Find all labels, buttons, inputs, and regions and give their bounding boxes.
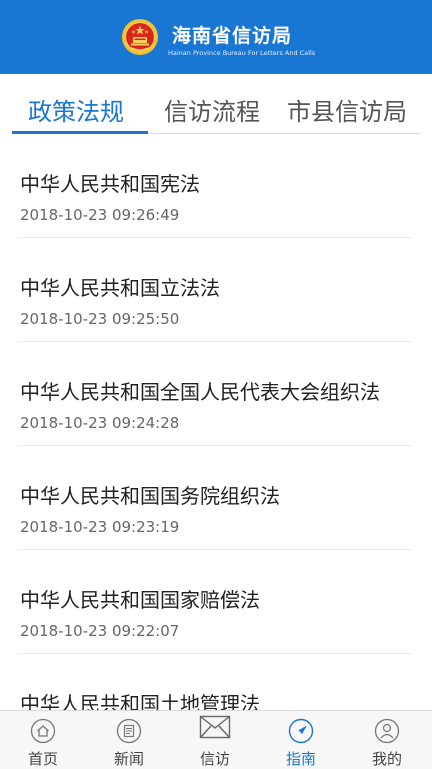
list-item-title: 中华人民共和国立法法 (20, 276, 220, 300)
tab-policy-regulations[interactable]: 政策法规 (28, 92, 124, 127)
list-item[interactable]: 中华人民共和国宪法 2018-10-23 09:26:49 (0, 134, 432, 238)
list-item[interactable]: 中华人民共和国国家赔偿法 2018-10-23 09:22:07 (0, 550, 432, 654)
home-icon (30, 718, 56, 744)
nav-mine-label: 我的 (371, 750, 402, 768)
list-item[interactable]: 中华人民共和国全国人民代表大会组织法 2018-10-23 09:24:28 (0, 342, 432, 446)
list-item-title: 中华人民共和国宪法 (20, 172, 200, 196)
tab-city-county-bureaus[interactable]: 市县信访局 (287, 92, 407, 127)
list-item-title: 中华人民共和国国家赔偿法 (20, 588, 260, 612)
category-tabs: 政策法规 信访流程 市县信访局 (0, 74, 432, 134)
list-item-date: 2018-10-23 09:22:07 (20, 622, 180, 640)
nav-news-label: 新闻 (113, 750, 144, 768)
mail-icon (199, 715, 231, 739)
list-item-title: 中华人民共和国全国人民代表大会组织法 (20, 380, 380, 404)
nav-guide[interactable]: 指南 (258, 711, 344, 769)
list-item-date: 2018-10-23 09:25:50 (20, 310, 180, 328)
tab-petition-process[interactable]: 信访流程 (164, 92, 260, 127)
app-header: 海南省信访局 Hainan Province Bureau For Letter… (0, 0, 432, 74)
list-item[interactable]: 中华人民共和国立法法 2018-10-23 09:25:50 (0, 238, 432, 342)
header-title: 海南省信访局 (172, 25, 293, 47)
list-item-date: 2018-10-23 09:23:19 (20, 518, 180, 536)
nav-news[interactable]: 新闻 (86, 711, 172, 769)
list-item-title: 中华人民共和国土地管理法 (20, 692, 260, 710)
header-subtitle: Hainan Province Bureau For Letters And C… (168, 49, 316, 57)
list-item-title: 中华人民共和国国务院组织法 (20, 484, 280, 508)
news-icon (116, 718, 142, 744)
bottom-navigation: 首页 新闻 信访 指南 我的 (0, 710, 432, 769)
national-emblem-logo (122, 19, 158, 55)
nav-home-label: 首页 (27, 750, 58, 768)
user-icon (374, 718, 400, 744)
nav-home[interactable]: 首页 (0, 711, 86, 769)
nav-guide-label: 指南 (285, 750, 316, 768)
compass-icon (288, 718, 314, 744)
list-item-date: 2018-10-23 09:24:28 (20, 414, 180, 432)
nav-mine[interactable]: 我的 (344, 711, 430, 769)
regulation-list: 中华人民共和国宪法 2018-10-23 09:26:49 中华人民共和国立法法… (0, 134, 432, 710)
list-item[interactable]: 中华人民共和国国务院组织法 2018-10-23 09:23:19 (0, 446, 432, 550)
list-item-date: 2018-10-23 09:26:49 (20, 206, 180, 224)
nav-petition[interactable]: 信访 (172, 711, 258, 769)
list-item[interactable]: 中华人民共和国土地管理法 (0, 654, 432, 710)
nav-petition-label: 信访 (199, 750, 230, 768)
